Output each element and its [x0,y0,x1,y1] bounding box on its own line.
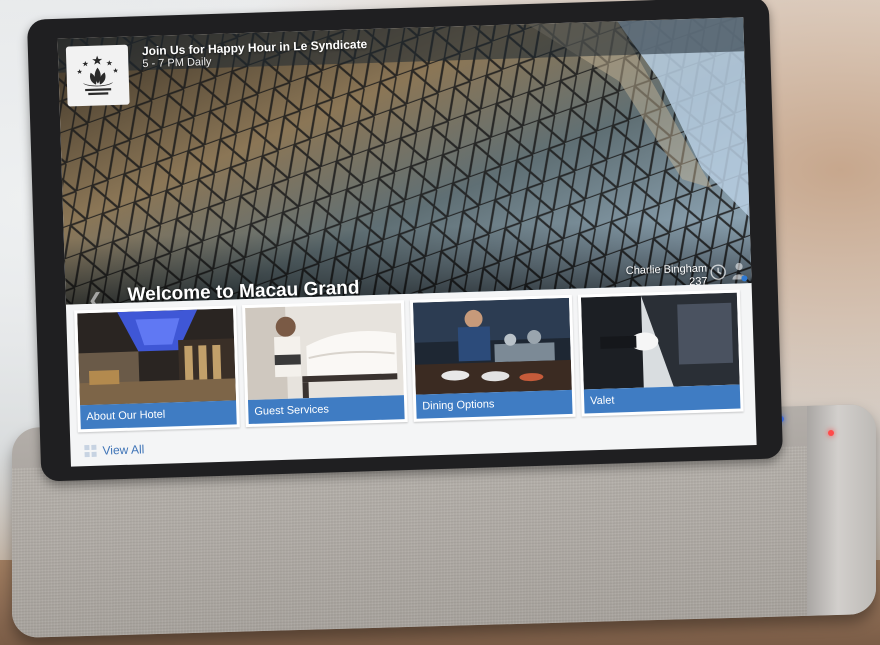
car-door-valet-image [580,292,740,390]
tablet: Join Us for Happy Hour in Le Syndicate 5… [26,0,784,482]
chef-kitchen-image [413,297,572,395]
clock-icon[interactable] [710,264,726,280]
dock-status-led-red [828,430,834,436]
tile-about-our-hotel[interactable]: About Our Hotel [74,305,240,433]
guest-room-number: 237 [688,275,708,289]
dock-end-cap [807,403,876,616]
tile-label: Valet [583,384,741,414]
tile-label: Dining Options [415,389,573,419]
housekeeping-cart-image [245,303,404,401]
tile-label: About Our Hotel [80,400,237,430]
hotel-lobby-image [77,308,236,406]
hero-banner: Join Us for Happy Hour in Le Syndicate 5… [57,17,752,305]
tablet-screen: Join Us for Happy Hour in Le Syndicate 5… [57,17,757,467]
view-all-link[interactable]: View All [84,442,145,458]
tile-row: About Our Hotel Guest Services Dining Op… [74,289,748,436]
tile-dining-options[interactable]: Dining Options [409,294,576,422]
lotus-emblem-icon [76,55,119,96]
tile-valet[interactable]: Valet [577,289,744,417]
view-all-label: View All [102,442,145,458]
promo-subtitle: 5 - 7 PM Daily [142,55,212,71]
back-arrow-icon[interactable]: ❮ [87,290,103,305]
hotel-logo [65,44,130,107]
grid-icon [84,444,97,458]
tile-label: Guest Services [247,395,405,424]
tile-guest-services[interactable]: Guest Services [241,300,408,428]
